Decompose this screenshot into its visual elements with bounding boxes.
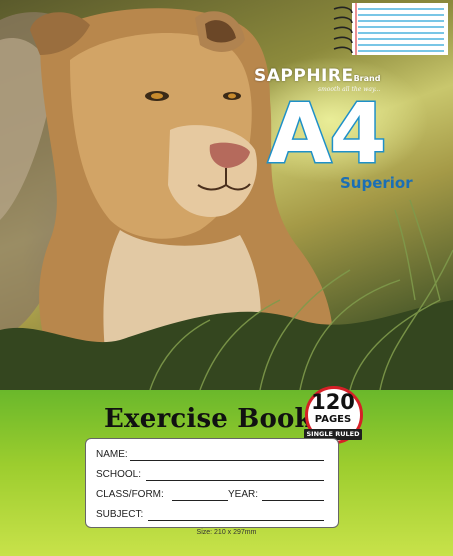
book-title: Exercise Book: [104, 404, 313, 434]
pages-count: 120: [311, 390, 355, 414]
brand-logo: SAPPHIREBrand: [254, 66, 380, 86]
size-note: Size: 210 x 297mm: [196, 529, 257, 536]
notebook-icon: [333, 3, 448, 55]
exercise-book-cover: SAPPHIREBrand smooth all the way... A4 S…: [0, 0, 453, 556]
pages-word: PAGES: [314, 414, 352, 425]
subject-line[interactable]: [148, 520, 324, 521]
year-label: YEAR:: [228, 489, 259, 500]
lion-illustration: [0, 8, 453, 390]
name-line[interactable]: [130, 460, 324, 461]
class-row: CLASS/FORM: YEAR:: [96, 489, 328, 505]
subject-label: SUBJECT:: [96, 509, 144, 520]
school-row: SCHOOL:: [96, 469, 328, 485]
brand-name: SAPPHIRE: [254, 66, 354, 86]
paper-size-label: A4: [267, 87, 389, 182]
name-label: NAME:: [96, 449, 128, 460]
brand-suffix: Brand: [353, 74, 381, 83]
pages-badge: 120 PAGES SINGLE RULED: [300, 386, 366, 444]
subject-row: SUBJECT:: [96, 509, 328, 525]
year-line[interactable]: [262, 500, 324, 501]
details-form: NAME: SCHOOL: CLASS/FORM: YEAR: SUBJECT:: [85, 438, 339, 528]
school-label: SCHOOL:: [96, 469, 142, 480]
school-line[interactable]: [146, 480, 324, 481]
class-label: CLASS/FORM:: [96, 489, 164, 500]
grade-label: Superior: [340, 174, 413, 192]
lion-photo: [0, 0, 453, 390]
name-row: NAME:: [96, 449, 328, 465]
class-line[interactable]: [172, 500, 228, 501]
